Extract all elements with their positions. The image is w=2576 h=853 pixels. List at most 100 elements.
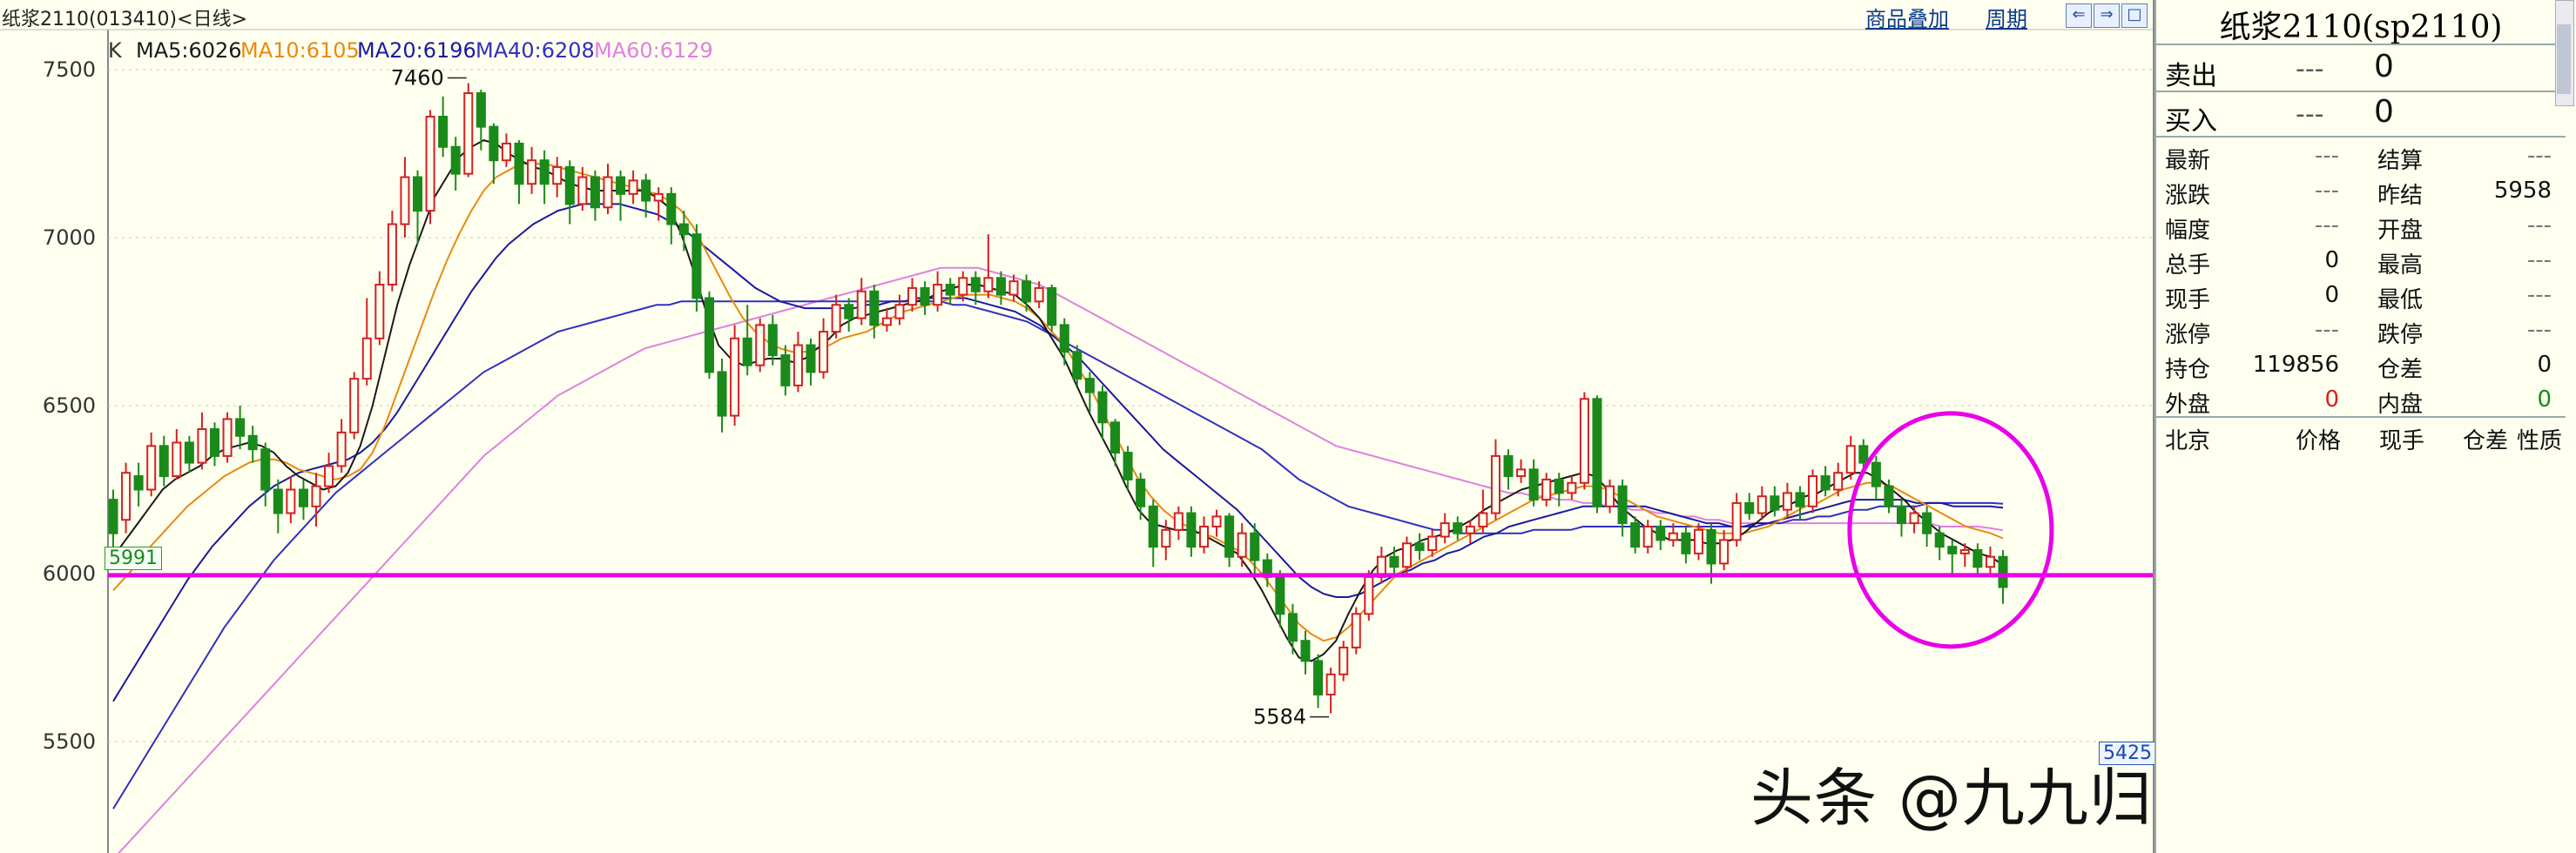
stat-label: 最新 bbox=[2165, 148, 2211, 174]
tick-header-cell: 仓差 bbox=[2463, 428, 2509, 454]
candle-body bbox=[146, 445, 157, 491]
chart-area: 7500 7000 6500 6000 5500 K MA5:6026 MA10:6105 MA… bbox=[0, 0, 2156, 853]
candle-body bbox=[1250, 532, 1260, 561]
y-tick-label: 5500 bbox=[43, 729, 96, 754]
candle-body bbox=[1528, 468, 1539, 501]
y-tick-label: 6500 bbox=[43, 393, 96, 418]
divider bbox=[2156, 44, 2566, 45]
candle-body bbox=[564, 165, 575, 205]
candle-body bbox=[1161, 528, 1171, 548]
candle-body bbox=[1300, 640, 1311, 662]
sell-price: --- bbox=[2296, 54, 2324, 84]
zoom-in-icon[interactable]: ⇐ bbox=[2066, 3, 2092, 28]
candle-body bbox=[1059, 324, 1069, 353]
scroll-thumb[interactable] bbox=[2557, 24, 2571, 94]
candle-body bbox=[894, 304, 905, 319]
candle-body bbox=[1795, 492, 1805, 507]
stat-value: 5958 bbox=[2493, 178, 2552, 204]
candle-body bbox=[286, 488, 296, 514]
candle-body bbox=[819, 331, 829, 373]
candle-body bbox=[121, 472, 131, 521]
stat-label: 总手 bbox=[2165, 252, 2211, 279]
legend-ma40: MA40:6208 bbox=[475, 38, 595, 63]
candle-body bbox=[311, 485, 321, 507]
candle-body bbox=[1453, 522, 1463, 534]
candle-body bbox=[1072, 351, 1082, 380]
candle-body bbox=[1605, 485, 1615, 507]
candle-body bbox=[1490, 454, 1500, 514]
candle-body bbox=[247, 434, 258, 451]
candle-body bbox=[742, 337, 752, 366]
candle-body bbox=[995, 277, 1006, 296]
stat-value: --- bbox=[2314, 143, 2339, 169]
stat-label: 仓差 bbox=[2377, 357, 2424, 383]
quote-title: 纸浆2110(sp2110) bbox=[2219, 10, 2503, 45]
stat-label: 涨跌 bbox=[2165, 183, 2211, 209]
candle-body bbox=[780, 354, 791, 386]
candle-body bbox=[1186, 512, 1197, 548]
candle-body bbox=[184, 441, 194, 464]
candle-body bbox=[172, 441, 182, 478]
candle-body bbox=[1770, 495, 1780, 511]
candle-body bbox=[590, 176, 600, 209]
stat-label: 跌停 bbox=[2377, 322, 2424, 348]
candle-body bbox=[792, 344, 803, 386]
stat-value: 0 bbox=[2537, 386, 2552, 413]
candle-body bbox=[1008, 280, 1019, 296]
stat-label: 持仓 bbox=[2165, 357, 2211, 383]
low-marker-label: 5584 bbox=[1253, 705, 1306, 729]
candle-body bbox=[463, 92, 474, 175]
divider bbox=[2156, 416, 2566, 418]
candle-body bbox=[1972, 548, 1983, 568]
candle-body bbox=[501, 142, 511, 162]
overlay-link[interactable]: 商品叠加 bbox=[1865, 2, 1949, 32]
candle-body bbox=[1123, 452, 1133, 480]
stat-label: 现手 bbox=[2165, 287, 2211, 313]
candle-body bbox=[539, 159, 550, 185]
candle-body bbox=[616, 176, 626, 195]
candle-body bbox=[1668, 532, 1678, 541]
stat-label: 外盘 bbox=[2165, 392, 2211, 418]
annotation-circle bbox=[1847, 411, 2054, 649]
candle-body bbox=[552, 165, 563, 185]
stat-label: 开盘 bbox=[2377, 218, 2424, 244]
candle-body bbox=[881, 317, 892, 326]
divider bbox=[2156, 136, 2566, 138]
legend-ma60: MA60:6129 bbox=[594, 38, 713, 63]
tick-header-cell: 性质 bbox=[2517, 428, 2563, 454]
divider bbox=[2156, 91, 2566, 92]
candle-body bbox=[1731, 501, 1742, 541]
candle-body bbox=[603, 176, 613, 209]
candle-body bbox=[945, 284, 955, 296]
candle-body bbox=[1884, 485, 1894, 507]
close-icon[interactable]: □ bbox=[2121, 3, 2148, 28]
high-marker-label: 7460 bbox=[391, 65, 444, 90]
candle-body bbox=[577, 176, 588, 205]
stat-value: --- bbox=[2526, 247, 2552, 273]
candle-body bbox=[1808, 475, 1818, 507]
candle-body bbox=[336, 431, 347, 467]
candle-body bbox=[1719, 539, 1730, 565]
candle-body bbox=[209, 428, 220, 457]
stat-label: 昨结 bbox=[2377, 183, 2424, 209]
candle-body bbox=[1617, 485, 1628, 525]
stat-label: 最低 bbox=[2377, 287, 2424, 313]
candle-body bbox=[1922, 512, 1932, 534]
y-tick-label: 6000 bbox=[43, 561, 96, 586]
candle-body bbox=[133, 475, 144, 491]
candle-body bbox=[1681, 532, 1691, 554]
period-link[interactable]: 周期 bbox=[1986, 2, 2027, 32]
candle-body bbox=[1401, 542, 1413, 568]
zoom-out-icon[interactable]: ⇒ bbox=[2094, 3, 2120, 28]
candle-body bbox=[1845, 445, 1856, 474]
candle-body bbox=[1427, 535, 1438, 551]
candle-body bbox=[1642, 525, 1653, 548]
candle-body bbox=[324, 465, 334, 487]
legend-ma5: MA5:6026 bbox=[136, 38, 242, 63]
legend-ma20: MA20:6196 bbox=[357, 38, 476, 63]
candle-body bbox=[1934, 532, 1945, 548]
candle-body bbox=[197, 428, 207, 464]
candle-body bbox=[970, 277, 981, 292]
candle-body bbox=[1896, 505, 1907, 525]
candle-body bbox=[387, 223, 397, 286]
